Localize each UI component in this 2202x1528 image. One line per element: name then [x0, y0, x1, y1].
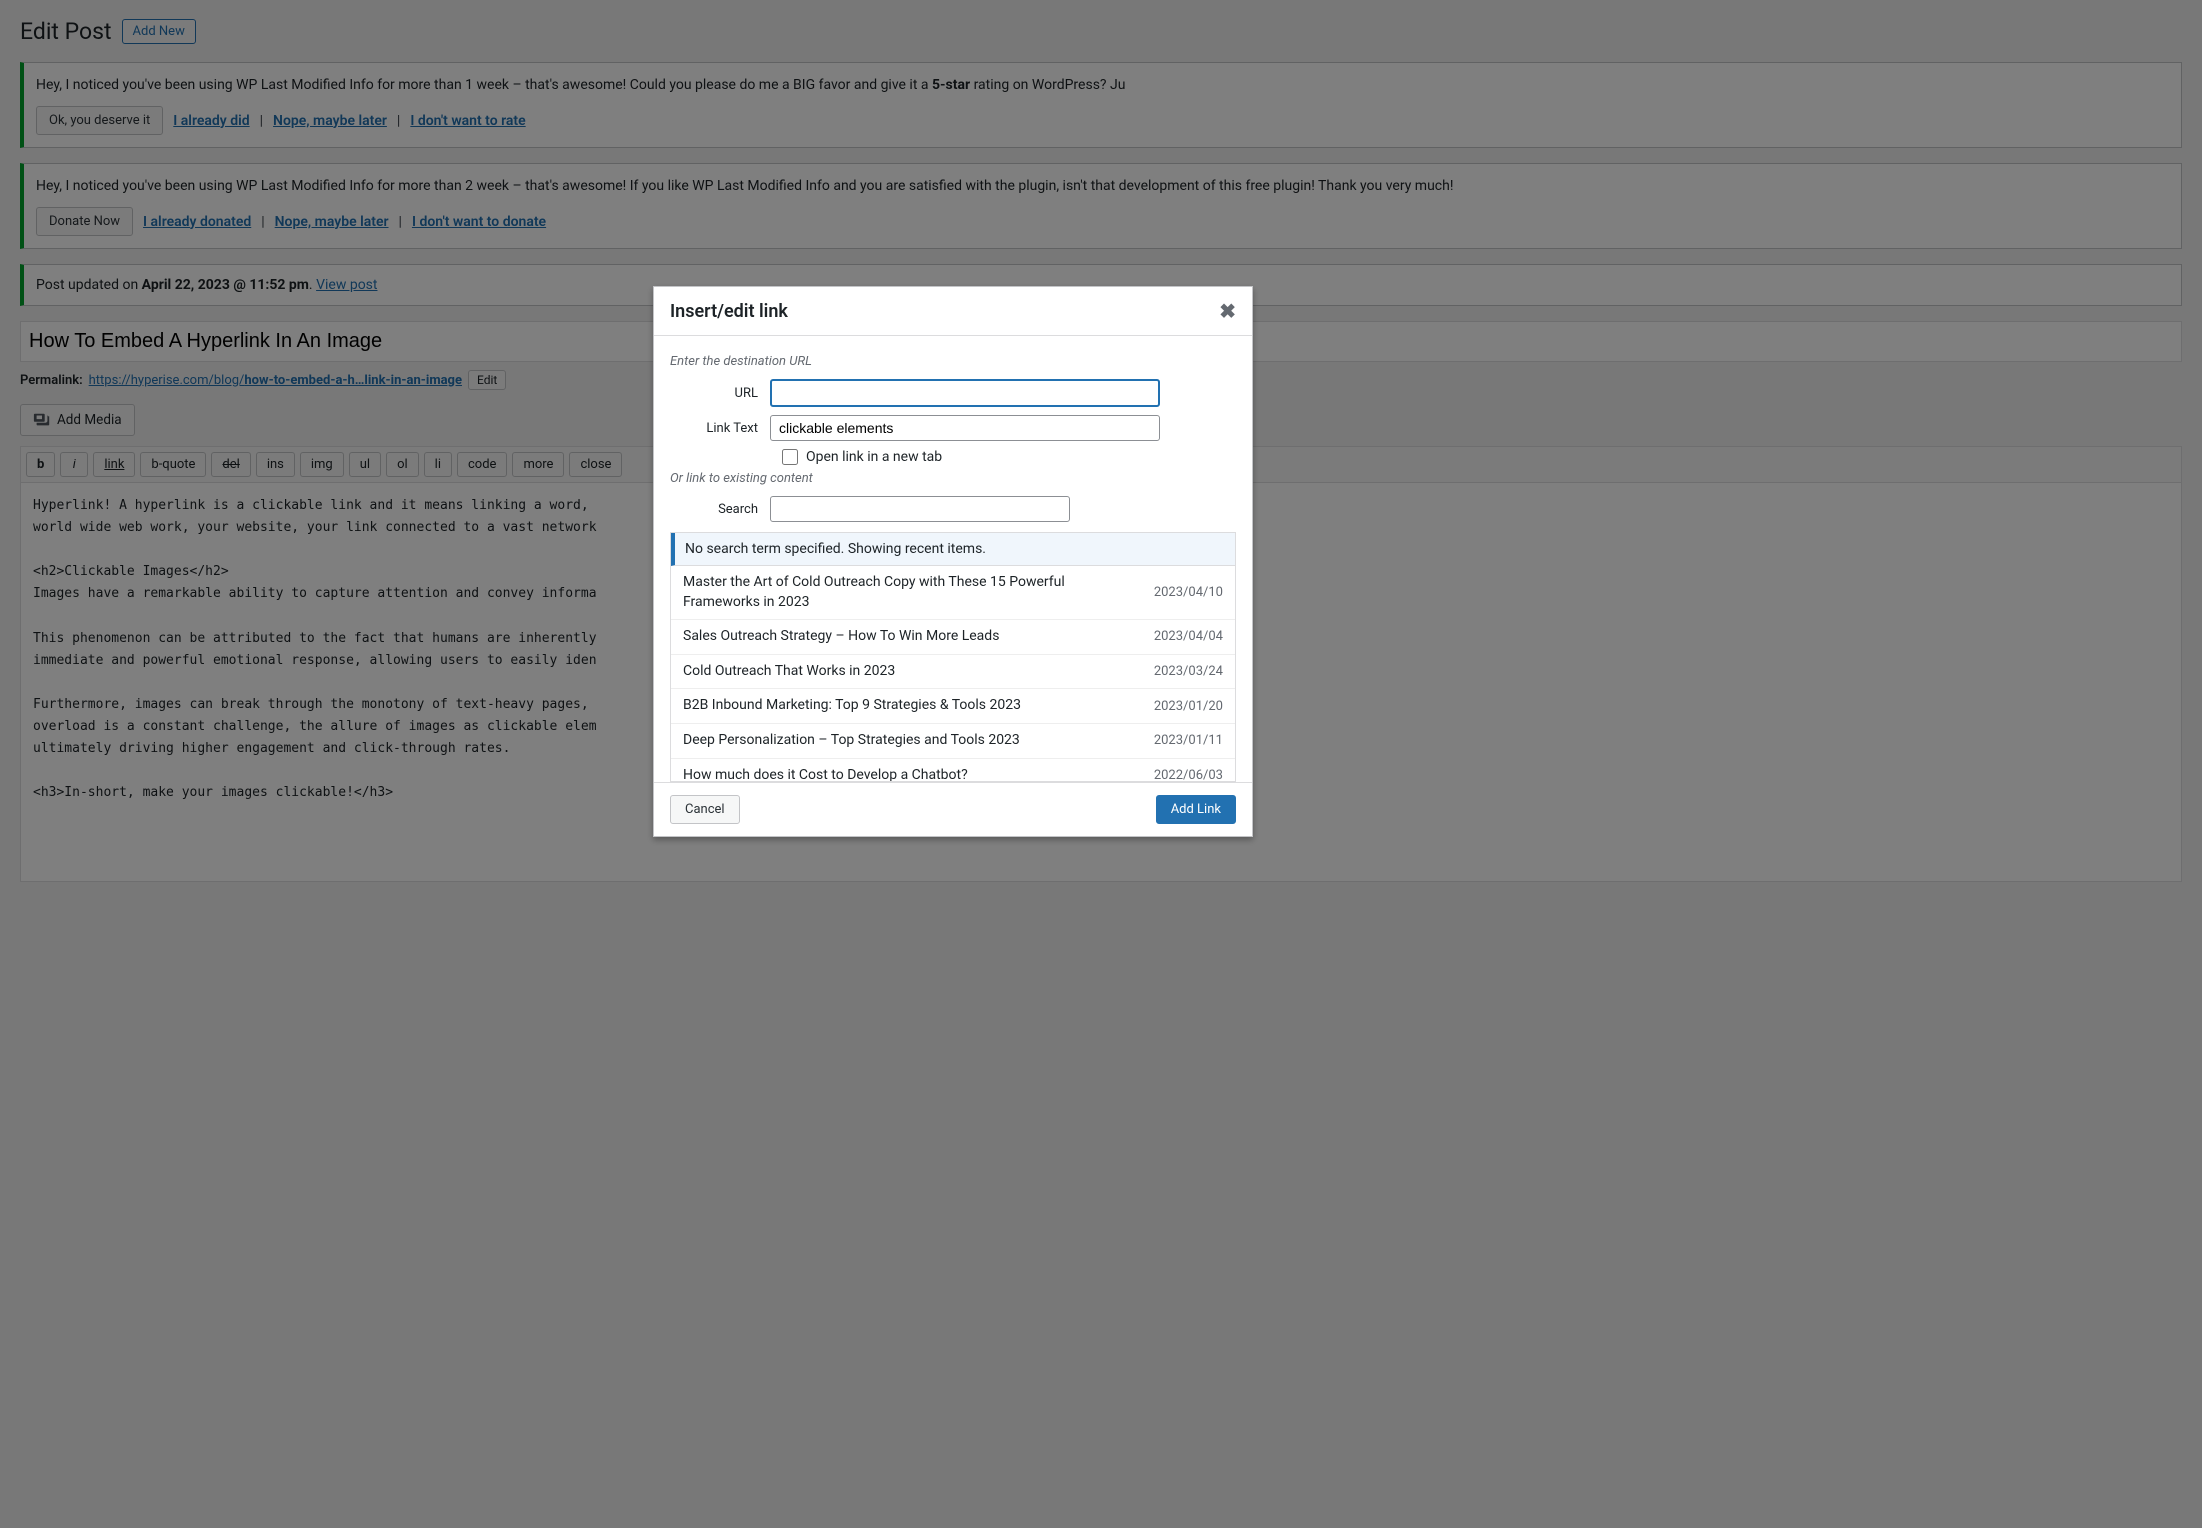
result-title: Master the Art of Cold Outreach Copy wit… — [683, 573, 1140, 612]
result-item[interactable]: B2B Inbound Marketing: Top 9 Strategies … — [671, 689, 1235, 724]
result-item[interactable]: Master the Art of Cold Outreach Copy wit… — [671, 566, 1235, 620]
result-date: 2023/04/10 — [1154, 585, 1223, 600]
url-label: URL — [670, 386, 770, 401]
close-icon[interactable]: ✖ — [1219, 299, 1236, 323]
result-date: 2023/01/11 — [1154, 733, 1223, 748]
insert-link-dialog: Insert/edit link ✖ Enter the destination… — [653, 286, 1253, 837]
linktext-input[interactable] — [770, 415, 1160, 441]
howto-existing: Or link to existing content — [670, 471, 1236, 486]
result-item[interactable]: How much does it Cost to Develop a Chatb… — [671, 759, 1235, 782]
result-title: B2B Inbound Marketing: Top 9 Strategies … — [683, 696, 1140, 716]
newtab-label: Open link in a new tab — [806, 449, 942, 465]
result-date: 2023/03/24 — [1154, 664, 1223, 679]
result-item[interactable]: Cold Outreach That Works in 2023 2023/03/… — [671, 655, 1235, 690]
cancel-button[interactable]: Cancel — [670, 795, 740, 824]
url-input[interactable] — [770, 379, 1160, 407]
result-item[interactable]: Sales Outreach Strategy – How To Win Mor… — [671, 620, 1235, 655]
results-header: No search term specified. Showing recent… — [671, 533, 1235, 566]
result-title: Deep Personalization – Top Strategies an… — [683, 731, 1140, 751]
search-results: No search term specified. Showing recent… — [670, 532, 1236, 782]
result-date: 2023/01/20 — [1154, 699, 1223, 714]
search-label: Search — [670, 502, 770, 517]
result-title: Cold Outreach That Works in 2023 — [683, 662, 1140, 682]
result-title: How much does it Cost to Develop a Chatb… — [683, 766, 1140, 782]
newtab-checkbox[interactable] — [782, 449, 798, 465]
result-date: 2022/06/03 — [1154, 768, 1223, 782]
search-input[interactable] — [770, 496, 1070, 522]
howto-url: Enter the destination URL — [670, 354, 1236, 369]
result-date: 2023/04/04 — [1154, 629, 1223, 644]
linktext-label: Link Text — [670, 421, 770, 436]
result-title: Sales Outreach Strategy – How To Win Mor… — [683, 627, 1140, 647]
result-item[interactable]: Deep Personalization – Top Strategies an… — [671, 724, 1235, 759]
add-link-button[interactable]: Add Link — [1156, 795, 1236, 824]
dialog-title: Insert/edit link — [670, 301, 788, 322]
